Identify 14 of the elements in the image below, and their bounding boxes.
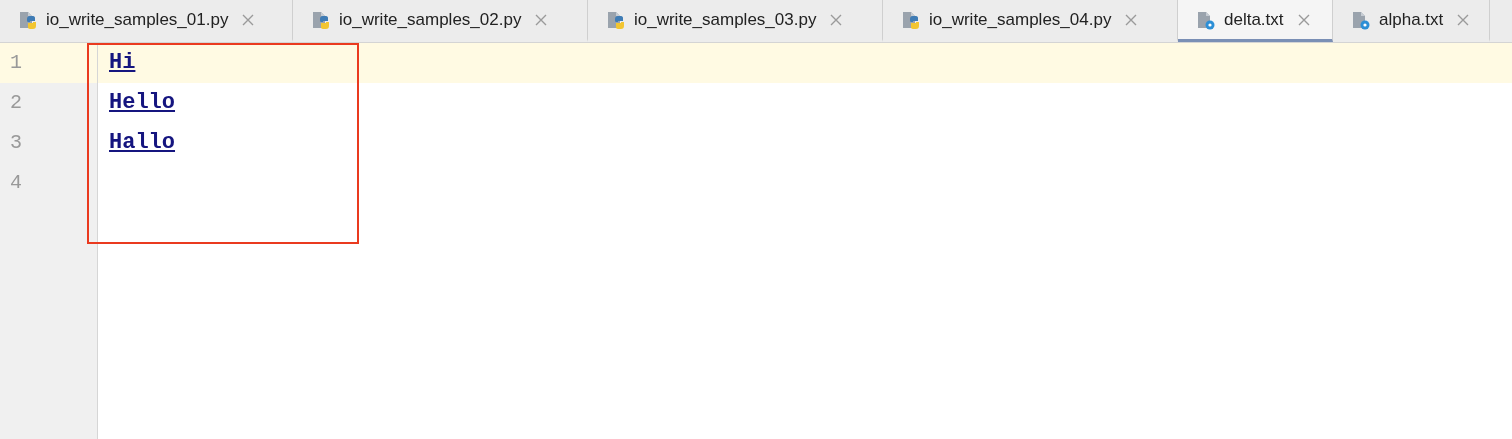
close-icon[interactable] (1297, 13, 1310, 26)
code-line: Hallo (108, 130, 175, 155)
line-number: 4 (9, 170, 23, 196)
code-line: Hello (108, 90, 175, 115)
close-icon[interactable] (1125, 13, 1138, 26)
code-line: Hi (108, 50, 136, 75)
close-icon[interactable] (535, 13, 548, 26)
line-number: 2 (9, 90, 23, 116)
close-icon[interactable] (1457, 13, 1470, 26)
close-icon[interactable] (242, 13, 255, 26)
line-number: 1 (9, 50, 23, 76)
line-number: 3 (9, 130, 23, 156)
close-icon[interactable] (830, 13, 843, 26)
file-tab[interactable]: delta.txt (1178, 0, 1333, 42)
